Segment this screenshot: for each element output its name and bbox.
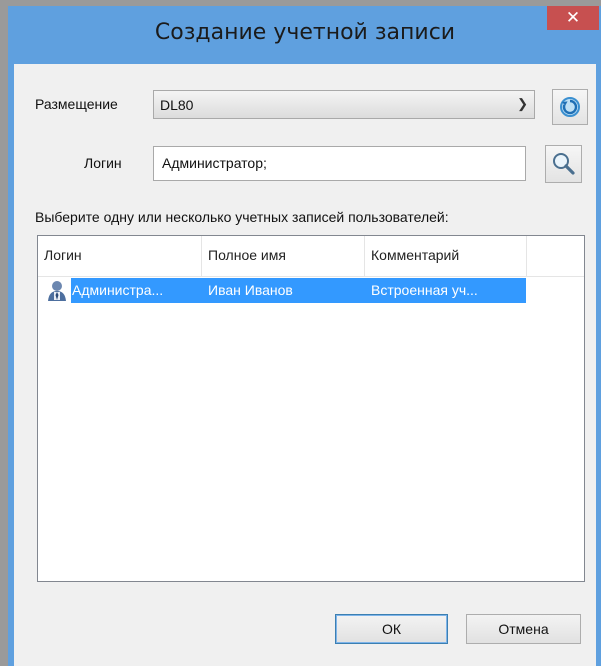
user-icon — [48, 281, 66, 301]
dialog-window: Создание учетной записи ✕ Размещение DL8… — [8, 6, 601, 666]
column-header-login[interactable]: Логин — [38, 236, 202, 276]
close-button[interactable]: ✕ — [547, 6, 599, 30]
close-icon: ✕ — [565, 8, 581, 28]
table-row[interactable]: Администра... Иван Иванов Встроенная уч.… — [38, 276, 584, 305]
cell-comment: Встроенная уч... — [371, 282, 478, 298]
search-icon — [553, 153, 575, 175]
search-button[interactable] — [545, 145, 582, 183]
cell-full-name: Иван Иванов — [208, 282, 293, 298]
list-header: Логин Полное имя Комментарий — [38, 236, 584, 277]
title-bar: Создание учетной записи ✕ — [8, 6, 601, 64]
refresh-icon — [560, 97, 580, 117]
accounts-list[interactable]: Логин Полное имя Комментарий Администра.… — [37, 235, 585, 582]
instruction-text: Выберите одну или несколько учетных запи… — [35, 209, 449, 225]
ok-button[interactable]: ОК — [335, 614, 448, 644]
cancel-button[interactable]: Отмена — [466, 614, 581, 644]
login-input[interactable]: Администратор; — [153, 146, 526, 181]
window-title: Создание учетной записи — [154, 20, 456, 45]
refresh-button[interactable] — [552, 89, 588, 125]
login-label: Логин — [84, 155, 122, 171]
cell-login: Администра... — [72, 282, 164, 298]
location-label: Размещение — [35, 96, 118, 112]
column-header-full-name[interactable]: Полное имя — [202, 236, 365, 276]
column-header-comment[interactable]: Комментарий — [365, 236, 527, 276]
location-dropdown[interactable]: DL80 ❯ — [153, 90, 535, 119]
chevron-down-icon: ❯ — [517, 96, 528, 111]
dialog-client-area: Размещение DL80 ❯ Логин Администратор; В… — [14, 64, 596, 666]
location-value: DL80 — [160, 97, 194, 113]
